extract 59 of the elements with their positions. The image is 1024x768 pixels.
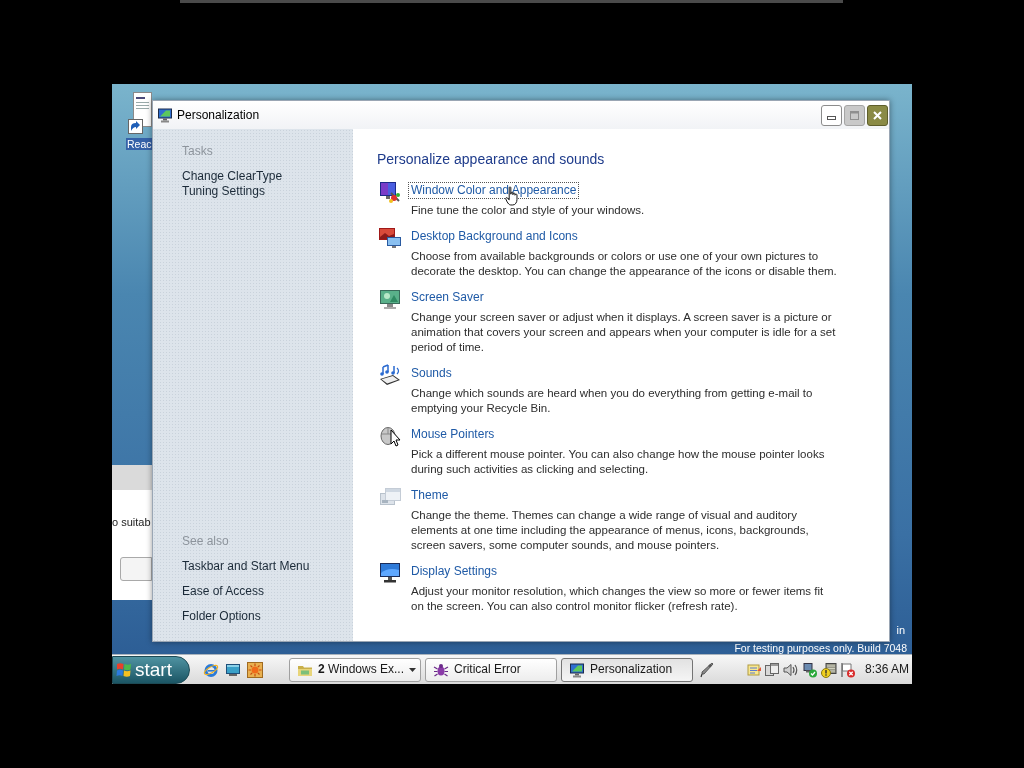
- option-link[interactable]: Screen Saver: [409, 290, 486, 305]
- sidebar-link[interactable]: Change ClearType Tuning Settings: [182, 169, 316, 199]
- option-description: Pick a different mouse pointer. You can also change how the mouse pointer looks during such activities as clicking and selecting.: [411, 447, 826, 477]
- network-check-icon[interactable]: [802, 661, 818, 678]
- clock[interactable]: 8:36 AM: [865, 662, 910, 677]
- dialog-button[interactable]: [120, 557, 152, 581]
- notes-icon[interactable]: [746, 661, 762, 678]
- option-link[interactable]: Mouse Pointers: [409, 427, 497, 442]
- option-description: Fine tune the color and style of your windows.: [411, 203, 646, 218]
- option-link[interactable]: Desktop Background and Icons: [409, 229, 580, 244]
- sidebar-heading: See also: [182, 534, 229, 549]
- option-link[interactable]: Theme: [409, 488, 451, 503]
- page-heading: Personalize appearance and sounds: [377, 150, 605, 169]
- option-description: Choose from available backgrounds or colors or use one of your own pictures to decorate the desktop. You can change the appearance of the icons or disable them.: [411, 249, 838, 279]
- close-button[interactable]: [867, 104, 888, 126]
- option-link[interactable]: Sounds: [409, 366, 454, 381]
- build-notice: For testing purposes only. Build 7048: [734, 642, 907, 654]
- dialog-title-bar: [112, 465, 152, 490]
- desktop-icon-label[interactable]: Reac: [126, 138, 152, 150]
- taskbar-button[interactable]: 2 Windows Ex...: [289, 657, 421, 682]
- minimize-button[interactable]: [821, 104, 842, 126]
- sidebar-heading: Tasks: [182, 144, 213, 159]
- dialog-text: o suitab: [112, 515, 151, 529]
- option-description: Adjust your monitor resolution, which changes the view so more or fewer items fit on the screen. You can also control monitor flicker (refresh rate).: [411, 584, 825, 614]
- flag-error-icon[interactable]: [840, 661, 856, 678]
- picture-monitor-icon: [378, 226, 402, 250]
- sidebar-link[interactable]: Folder Options: [182, 609, 316, 624]
- minimize-icon: [827, 116, 836, 120]
- sidebar-link[interactable]: Taskbar and Start Menu: [182, 559, 316, 574]
- option-description: Change your screen saver or adjust when it displays. A screen saver is a picture or animation that covers your screen and appears when your computer is idle for a set period of time.: [411, 310, 837, 355]
- windows-flag-icon: [116, 661, 132, 678]
- start-button[interactable]: start: [112, 655, 190, 684]
- music-notes-icon: [378, 363, 402, 387]
- window-pair-icon[interactable]: [764, 661, 780, 678]
- option-link[interactable]: Window Color and Appearance: [409, 183, 579, 198]
- color-monitor-icon: [378, 180, 402, 204]
- monitor-icon[interactable]: [225, 661, 241, 678]
- sun-tile-icon[interactable]: [247, 661, 263, 678]
- document-shortcut-icon[interactable]: [126, 91, 152, 137]
- taskbar-button[interactable]: Personalization: [561, 657, 693, 682]
- monitor-icon: [157, 107, 173, 123]
- sidebar-link[interactable]: Ease of Access: [182, 584, 316, 599]
- mouse-icon: [378, 424, 402, 448]
- option-description: Change the theme. Themes can change a wide range of visual and auditory elements at one time including the appearance of menus, icons, backgrounds, screen savers, some computer sounds, and mouse pointers.: [411, 508, 810, 553]
- monitor-icon: [569, 661, 585, 678]
- pen-icon[interactable]: [700, 661, 714, 678]
- monitor-icon: [378, 287, 402, 311]
- warning-server-icon[interactable]: [820, 661, 838, 678]
- display-monitor-icon: [378, 561, 402, 585]
- option-description: Change which sounds are heard when you do everything from getting e-mail to emptying your Recycle Bin.: [411, 386, 814, 416]
- maximize-icon: [850, 110, 859, 120]
- bug-icon: [433, 661, 449, 678]
- option-link[interactable]: Display Settings: [409, 564, 500, 579]
- desktop-text: in: [896, 624, 905, 637]
- close-icon: [873, 110, 882, 120]
- window-title: Personalization: [177, 107, 260, 123]
- taskbar-button[interactable]: Critical Error: [425, 657, 557, 682]
- speaker-icon[interactable]: [782, 661, 800, 678]
- browser-icon[interactable]: [203, 661, 219, 678]
